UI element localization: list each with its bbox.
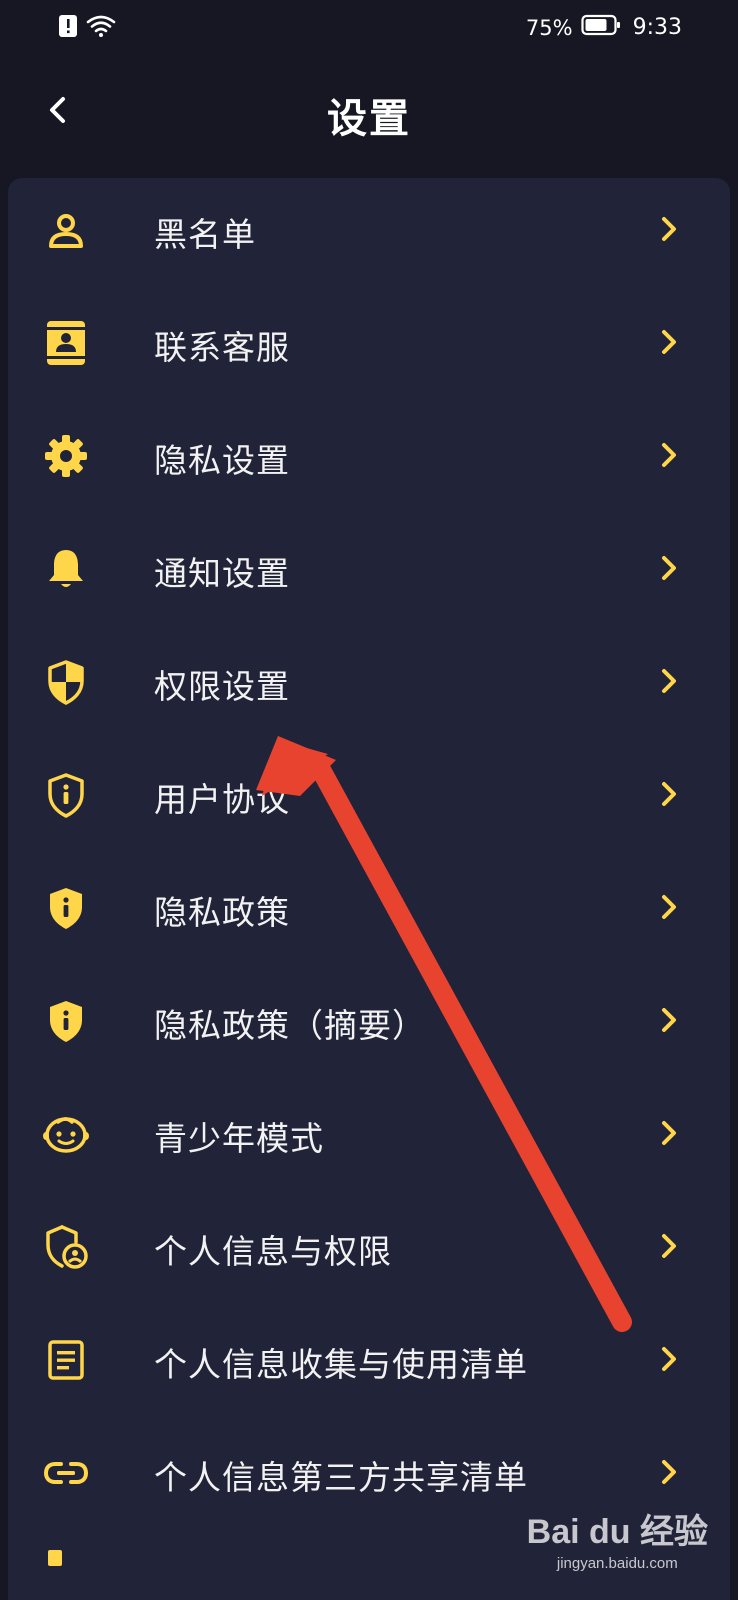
settings-item-personal-info-collection-list[interactable]: 个人信息收集与使用清单 bbox=[8, 1308, 730, 1422]
settings-item-label: 隐私政策 bbox=[154, 893, 290, 932]
battery-icon bbox=[580, 14, 621, 41]
settings-item-user-agreement[interactable]: 用户协议 bbox=[8, 743, 730, 857]
watermark-logo: Bai du 经验 bbox=[526, 1513, 708, 1551]
settings-item-notification-settings[interactable]: 通知设置 bbox=[8, 517, 730, 631]
page-title: 设置 bbox=[327, 96, 411, 142]
watermark: Bai du 经验 jingyan.baidu.com bbox=[527, 1504, 708, 1572]
watermark-url: jingyan.baidu.com bbox=[556, 1555, 678, 1572]
settings-item-label: 黑名单 bbox=[154, 215, 256, 254]
header: 设置 bbox=[0, 56, 738, 174]
gear-icon bbox=[42, 432, 90, 480]
chevron-right-icon bbox=[656, 666, 682, 696]
settings-item-label: 隐私政策（摘要） bbox=[154, 1006, 426, 1045]
chevron-right-icon bbox=[656, 1457, 682, 1487]
contact-card-icon bbox=[42, 319, 90, 367]
document-list-icon bbox=[42, 1336, 90, 1384]
shield-half-icon bbox=[42, 658, 90, 706]
settings-item-youth-mode[interactable]: 青少年模式 bbox=[8, 1082, 730, 1196]
settings-item-privacy-policy[interactable]: 隐私政策 bbox=[8, 856, 730, 970]
settings-item-label: 用户协议 bbox=[154, 780, 290, 819]
alert-icon bbox=[58, 14, 78, 42]
shield-info-icon bbox=[42, 997, 90, 1045]
chevron-right-icon bbox=[656, 214, 682, 244]
bell-icon bbox=[42, 545, 90, 593]
settings-item-label: 联系客服 bbox=[154, 328, 290, 367]
status-bar: 75% 9:33 bbox=[0, 0, 738, 56]
shield-person-icon bbox=[42, 1223, 90, 1271]
status-left bbox=[58, 14, 116, 42]
settings-item-permission-settings[interactable]: 权限设置 bbox=[8, 630, 730, 744]
status-right: 75% 9:33 bbox=[526, 14, 682, 41]
settings-item-label: 隐私设置 bbox=[154, 441, 290, 480]
settings-item-label: 通知设置 bbox=[154, 554, 290, 593]
settings-item-personal-info-permissions[interactable]: 个人信息与权限 bbox=[8, 1195, 730, 1309]
chevron-right-icon bbox=[656, 1231, 682, 1261]
shield-info-icon bbox=[42, 884, 90, 932]
settings-item-label: 个人信息收集与使用清单 bbox=[154, 1345, 528, 1384]
chevron-right-icon bbox=[656, 440, 682, 470]
partial-next-item-icon bbox=[42, 1546, 72, 1566]
wifi-icon bbox=[86, 14, 116, 42]
chevron-right-icon bbox=[656, 1344, 682, 1374]
shield-info-outline-icon bbox=[42, 771, 90, 819]
settings-item-contact-support[interactable]: 联系客服 bbox=[8, 291, 730, 405]
link-icon bbox=[42, 1449, 90, 1497]
settings-item-label: 青少年模式 bbox=[154, 1119, 324, 1158]
chevron-right-icon bbox=[656, 327, 682, 357]
battery-percent: 75% bbox=[525, 15, 573, 40]
chevron-right-icon bbox=[656, 892, 682, 922]
settings-item-label: 个人信息与权限 bbox=[154, 1232, 392, 1271]
settings-item-label: 个人信息第三方共享清单 bbox=[154, 1458, 528, 1497]
settings-item-privacy-policy-summary[interactable]: 隐私政策（摘要） bbox=[8, 969, 730, 1083]
person-icon bbox=[42, 206, 90, 254]
child-face-icon bbox=[42, 1110, 90, 1158]
chevron-right-icon bbox=[656, 553, 682, 583]
settings-screen: 75% 9:33 设置 黑名单 联系客服 隐私设置 通知设置 权限设置 用户协议… bbox=[0, 0, 738, 1600]
clock: 9:33 bbox=[632, 15, 682, 40]
settings-item-privacy-settings[interactable]: 隐私设置 bbox=[8, 404, 730, 518]
settings-item-label: 权限设置 bbox=[154, 667, 290, 706]
chevron-right-icon bbox=[656, 1118, 682, 1148]
settings-list: 黑名单 联系客服 隐私设置 通知设置 权限设置 用户协议 隐私政策 隐私政策（摘… bbox=[8, 178, 730, 1600]
chevron-right-icon bbox=[656, 779, 682, 809]
settings-item-blacklist[interactable]: 黑名单 bbox=[8, 178, 730, 292]
chevron-right-icon bbox=[656, 1005, 682, 1035]
